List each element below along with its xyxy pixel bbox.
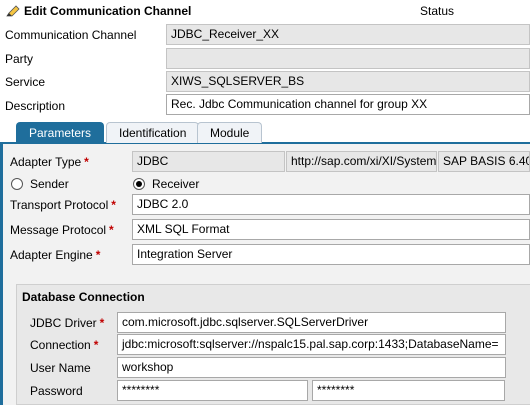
required-marker: * <box>111 198 116 212</box>
jdbc-driver-label: JDBC Driver <box>30 316 97 330</box>
connection-label: Connection <box>30 338 91 352</box>
message-protocol-label: Message Protocol <box>10 223 107 237</box>
party-label: Party <box>5 52 34 66</box>
adapter-software-component-field[interactable]: SAP BASIS 6.40 <box>438 151 530 172</box>
user-name-row: User Name workshop <box>17 357 530 379</box>
tab-module[interactable]: Module <box>197 122 263 143</box>
edit-pencil-icon <box>6 5 20 17</box>
parameters-panel: Adapter Type * JDBC http://sap.com/xi/XI/… <box>0 144 530 405</box>
header-row-communication-channel: Communication Channel JDBC_Receiver_XX <box>0 23 530 47</box>
message-protocol-row: Message Protocol * XML SQL Format <box>3 218 530 242</box>
window-title-bar: Edit Communication Channel Status <box>0 0 530 22</box>
header-row-party: Party <box>0 47 530 71</box>
adapter-type-field[interactable]: JDBC <box>132 151 285 172</box>
window-title: Edit Communication Channel <box>24 4 192 18</box>
receiver-radio[interactable] <box>133 178 145 190</box>
party-field[interactable] <box>166 48 530 69</box>
transport-protocol-row: Transport Protocol * JDBC 2.0 <box>3 193 530 217</box>
required-marker: * <box>95 248 101 262</box>
user-name-label: User Name <box>30 361 91 375</box>
password-field[interactable]: ******** <box>117 380 308 401</box>
jdbc-driver-field[interactable]: com.microsoft.jdbc.sqlserver.SQLServerDr… <box>117 312 506 333</box>
service-label: Service <box>5 75 46 89</box>
adapter-engine-field[interactable]: Integration Server <box>132 244 530 265</box>
adapter-type-label: Adapter Type <box>10 155 82 169</box>
service-field[interactable]: XIWS_SQLSERVER_BS <box>166 71 530 92</box>
sender-label: Sender <box>30 177 69 191</box>
connection-field[interactable]: jdbc:microsoft:sqlserver://nspalc15.pal.… <box>117 334 506 355</box>
sender-radio[interactable] <box>11 178 23 190</box>
header-row-service: Service XIWS_SQLSERVER_BS <box>0 70 530 94</box>
communication-channel-field[interactable]: JDBC_Receiver_XX <box>166 24 530 45</box>
transport-protocol-label: Transport Protocol <box>10 198 109 212</box>
transport-protocol-field[interactable]: JDBC 2.0 <box>132 194 530 215</box>
description-field[interactable]: Rec. Jdbc Communication channel for grou… <box>166 94 530 115</box>
required-marker: * <box>84 155 89 169</box>
database-connection-group: Database Connection JDBC Driver * com.mic… <box>16 284 530 405</box>
jdbc-driver-row: JDBC Driver * com.microsoft.jdbc.sqlserve… <box>17 312 530 334</box>
communication-channel-label: Communication Channel <box>5 28 137 42</box>
required-marker: * <box>93 338 99 352</box>
tab-identification[interactable]: Identification <box>106 122 200 143</box>
database-connection-title: Database Connection <box>22 290 145 304</box>
tab-parameters[interactable]: Parameters <box>16 122 105 143</box>
header-row-description: Description Rec. Jdbc Communication chan… <box>0 94 530 118</box>
status-label: Status <box>420 4 455 18</box>
required-marker: * <box>99 316 105 330</box>
password-confirm-field[interactable]: ******** <box>312 380 505 401</box>
receiver-label: Receiver <box>152 177 200 191</box>
adapter-engine-label: Adapter Engine <box>10 248 93 262</box>
tab-strip: Parameters Identification Module <box>0 121 530 144</box>
password-label: Password <box>30 384 83 398</box>
password-row: Password ******** ******** <box>17 380 530 402</box>
user-name-field[interactable]: workshop <box>117 357 506 378</box>
adapter-type-row: Adapter Type * JDBC http://sap.com/xi/XI/… <box>3 150 530 174</box>
description-label: Description <box>5 99 66 113</box>
adapter-engine-row: Adapter Engine * Integration Server <box>3 243 530 267</box>
message-protocol-field[interactable]: XML SQL Format <box>132 219 530 240</box>
connection-row: Connection * jdbc:microsoft:sqlserver://n… <box>17 334 530 356</box>
adapter-namespace-field[interactable]: http://sap.com/xi/XI/System <box>286 151 437 172</box>
required-marker: * <box>109 223 114 237</box>
